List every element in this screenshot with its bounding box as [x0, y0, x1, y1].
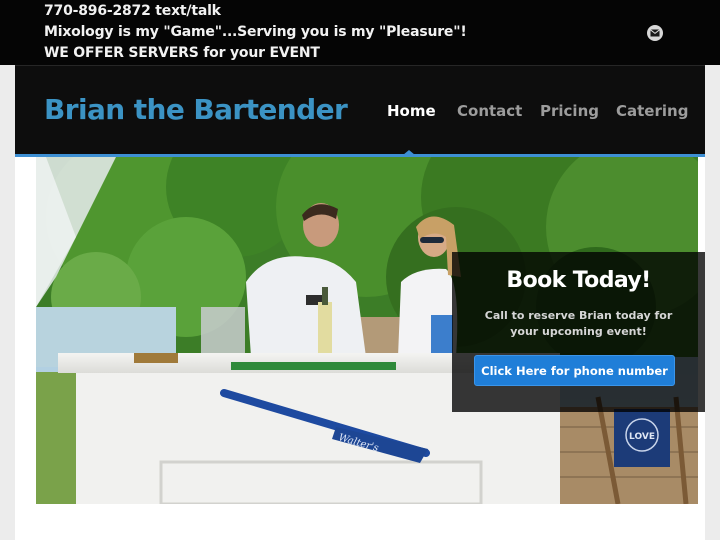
top-info-bar: 770-896-2872 text/talk Mixology is my "G… — [0, 0, 720, 65]
book-today-text: Call to reserve Brian today for your upc… — [484, 309, 673, 338]
book-today-title: Book Today! — [506, 268, 651, 293]
tagline: Mixology is my "Game"...Serving you is m… — [44, 24, 467, 40]
book-today-panel: Book Today! Call to reserve Brian today … — [452, 252, 705, 412]
nav-contact[interactable]: Contact — [457, 102, 522, 120]
page: 770-896-2872 text/talk Mixology is my "G… — [0, 0, 720, 540]
nav-catering[interactable]: Catering — [616, 102, 688, 120]
site-header: Brian the Bartender Home Contact Pricing… — [15, 65, 705, 155]
email-button[interactable] — [647, 25, 663, 41]
phone-line: 770-896-2872 text/talk — [44, 3, 221, 19]
nav-home[interactable]: Home — [387, 102, 436, 120]
sign-text: LOVE — [629, 432, 655, 442]
nav-pricing[interactable]: Pricing — [540, 102, 599, 120]
servers-notice: WE OFFER SERVERS for your EVENT — [44, 45, 320, 61]
phone-number-button[interactable]: Click Here for phone number — [474, 355, 675, 386]
site-logo[interactable]: Brian the Bartender — [44, 93, 348, 126]
envelope-icon — [650, 29, 660, 37]
